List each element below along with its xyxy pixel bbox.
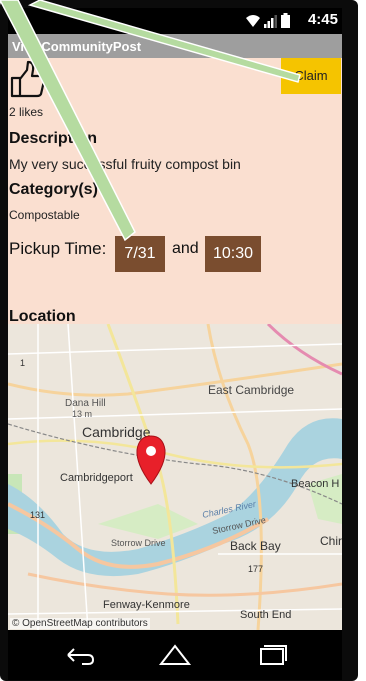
- battery-icon: [281, 13, 290, 28]
- device-frame: 4:45 ViewCommunityPost 2 likes Claim Des…: [0, 0, 358, 681]
- pickup-time-label: Pickup Time:: [9, 239, 107, 258]
- map-label-beacon-hill: Beacon H: [291, 478, 339, 490]
- pickup-and-text: and: [172, 240, 199, 257]
- post-details: 2 likes Claim Description My very succes…: [8, 58, 342, 325]
- map-label-cambridge: Cambridge: [82, 424, 151, 440]
- map-tiles: East Cambridge Dana Hill 13 m Cambridge …: [8, 324, 342, 630]
- likes-count: 2 likes: [9, 105, 44, 119]
- clock: 4:45: [307, 11, 338, 28]
- map-label-elevation: 13 m: [72, 409, 92, 419]
- action-bar: ViewCommunityPost: [8, 34, 342, 58]
- pickup-time-button[interactable]: 10:30: [205, 236, 261, 272]
- map-label-fenway: Fenway-Kenmore: [103, 599, 190, 611]
- category-heading: Category(s): [9, 181, 98, 198]
- recents-icon[interactable]: [252, 640, 292, 670]
- map-label-route-131: 131: [30, 510, 45, 520]
- map-label-dana-hill: Dana Hill: [65, 398, 106, 409]
- home-icon[interactable]: [155, 640, 195, 670]
- map-label-east-cambridge: East Cambridge: [208, 383, 294, 397]
- navigation-bar: [8, 630, 342, 680]
- claim-button[interactable]: Claim: [281, 58, 341, 94]
- map-label-cambridgeport: Cambridgeport: [60, 472, 133, 484]
- map-label-route-1: 1: [20, 358, 25, 368]
- map-label-route-177: 177: [248, 564, 263, 574]
- pickup-date-button[interactable]: 7/31: [115, 236, 165, 272]
- thumbs-up-icon[interactable]: [10, 60, 46, 98]
- map-label-chinatown: Chir: [320, 534, 342, 548]
- description-text: My very successful fruity compost bin: [9, 156, 241, 172]
- map-label-storrow-drive-2: Storrow Drive: [111, 538, 166, 548]
- phone-screen: 4:45 ViewCommunityPost 2 likes Claim Des…: [8, 8, 342, 680]
- wifi-icon: [246, 15, 260, 27]
- back-icon[interactable]: [60, 640, 100, 670]
- category-text: Compostable: [9, 208, 80, 222]
- status-icons: [245, 13, 290, 28]
- map-label-back-bay: Back Bay: [230, 539, 281, 553]
- signal-icon: [264, 15, 277, 28]
- location-map[interactable]: East Cambridge Dana Hill 13 m Cambridge …: [8, 324, 342, 630]
- status-bar: 4:45: [8, 8, 342, 32]
- screen-title: ViewCommunityPost: [12, 39, 142, 54]
- map-attribution: © OpenStreetMap contributors: [10, 618, 150, 629]
- description-heading: Description: [9, 130, 98, 147]
- map-label-south-end: South End: [240, 609, 291, 621]
